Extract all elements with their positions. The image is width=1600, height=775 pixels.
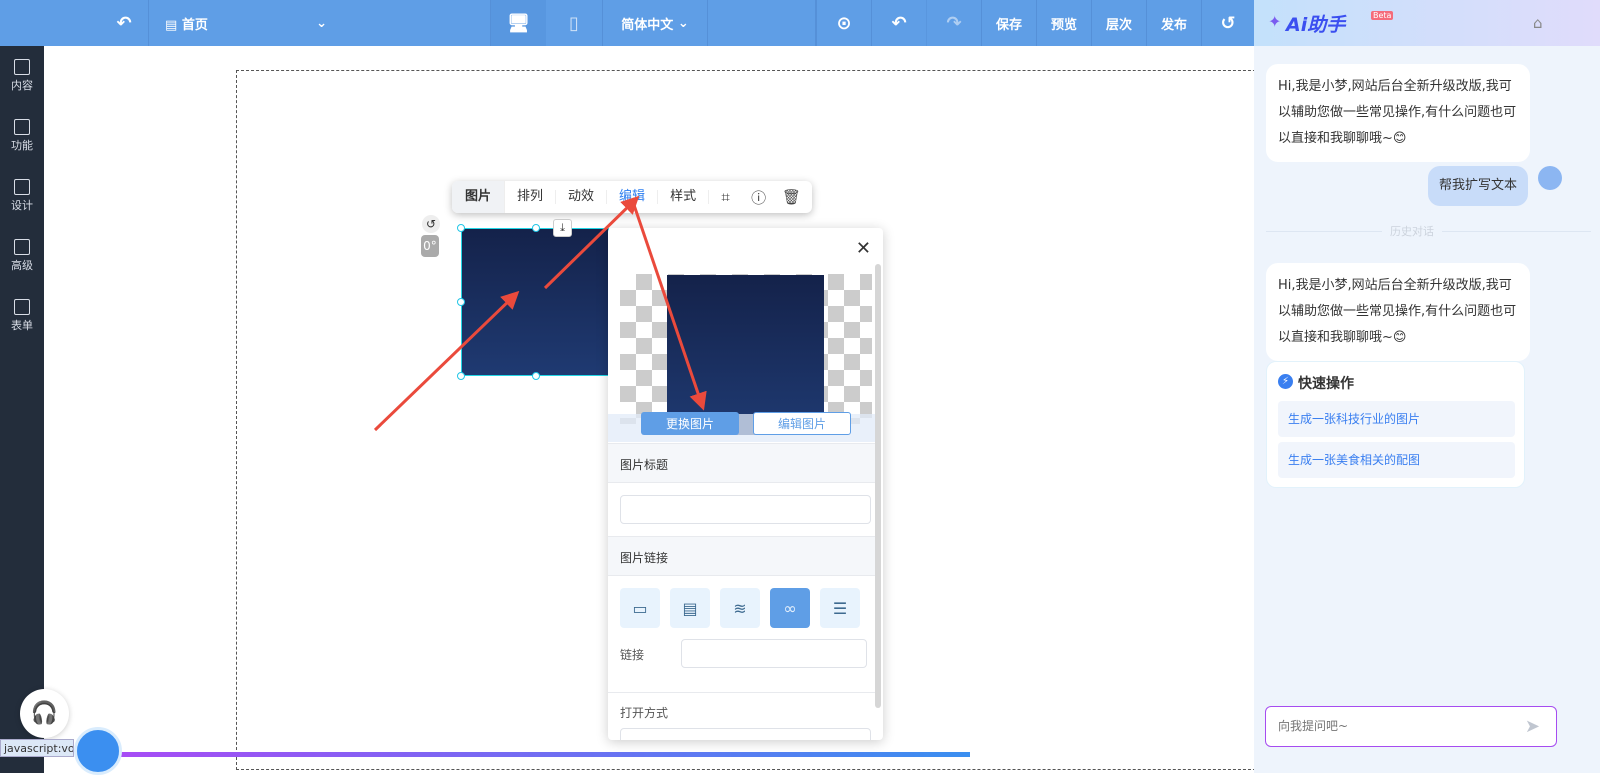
ai-title: Ai助手 [1286,14,1346,36]
history-divider: 历史对话 [1382,223,1442,239]
arrow [543,195,640,290]
arrow [631,201,707,411]
progress-bar [120,752,970,757]
ai-message: Hi,我是小梦,网站后台全新升级改版,我可以辅助您做一些常见操作,有什么问题也可… [1266,263,1530,361]
quick-actions-title: 快速操作 [1298,376,1354,392]
beta-badge: Beta [1371,11,1394,20]
clear-icon[interactable]: ⌂ [1533,14,1543,32]
status-url: javascript:vo [0,739,74,757]
ai-input-box[interactable]: ➤ [1265,706,1557,747]
send-icon[interactable]: ➤ [1525,716,1540,737]
user-avatar [1538,166,1562,190]
quick-action-item[interactable]: 生成一张科技行业的图片 [1278,401,1515,437]
quick-action-item[interactable]: 生成一张美食相关的配图 [1278,442,1515,478]
annotation-arrows [373,195,707,432]
ai-message: Hi,我是小梦,网站后台全新升级改版,我可以辅助您做一些常见操作,有什么问题也可… [1266,64,1530,162]
floating-ball[interactable] [74,727,122,775]
lightning-icon: ⚡ [1278,374,1293,389]
ai-logo-icon: ✦ [1268,12,1282,31]
ai-input[interactable] [1278,719,1518,733]
quick-actions-card: ⚡ 快速操作 生成一张科技行业的图片 生成一张美食相关的配图 [1266,361,1525,488]
arrow [373,290,520,432]
user-message: 帮我扩写文本 [1428,166,1529,206]
support-headset-button[interactable]: 🎧 [20,689,69,738]
